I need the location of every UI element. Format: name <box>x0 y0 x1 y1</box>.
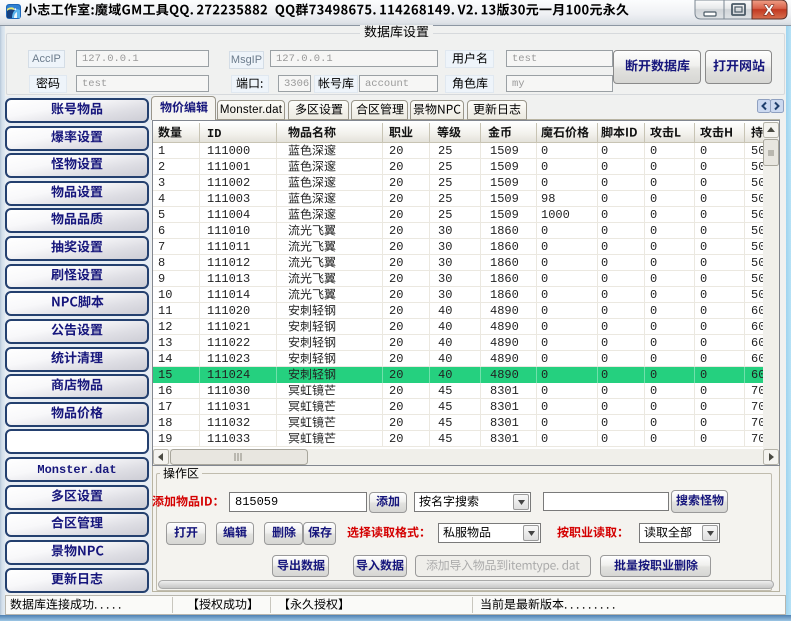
svg-text:X: X <box>764 2 774 19</box>
